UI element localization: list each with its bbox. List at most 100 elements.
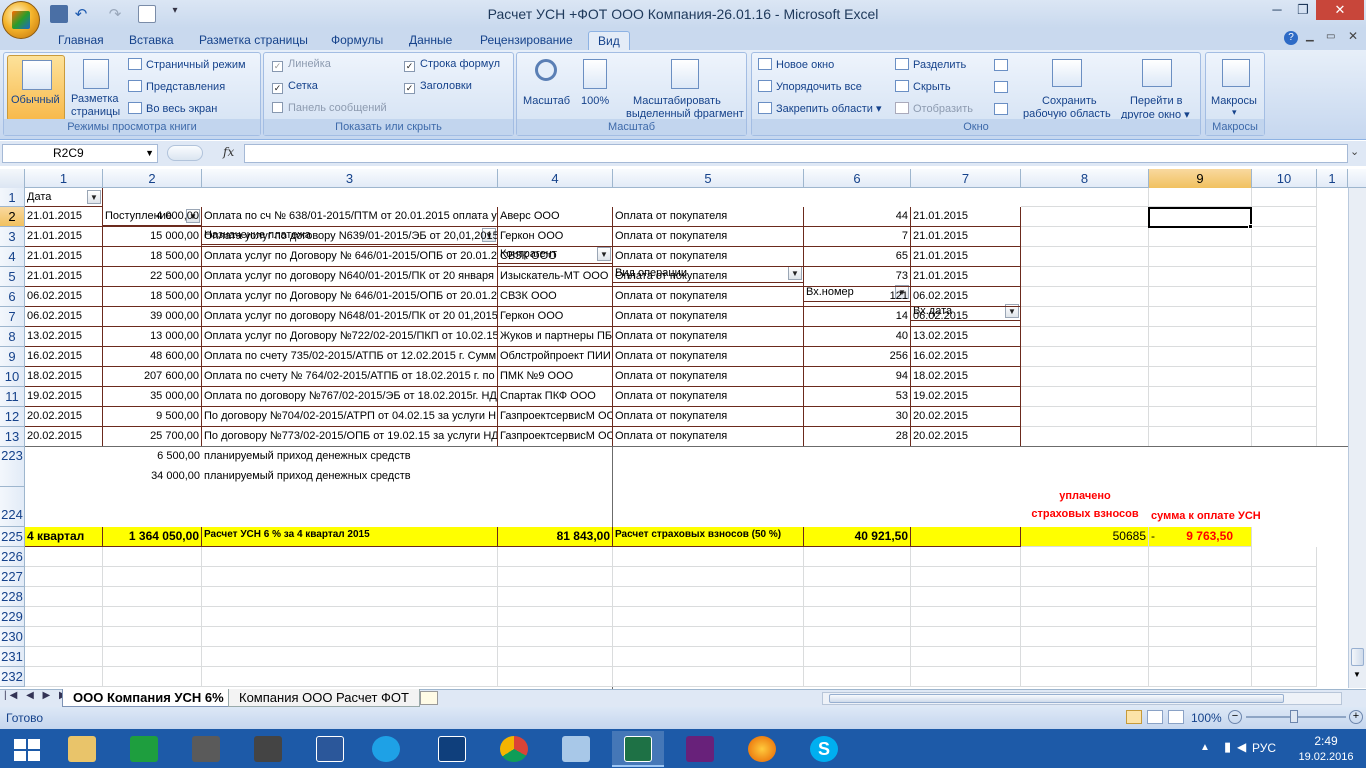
cell[interactable] — [25, 667, 103, 687]
column-header[interactable]: 8 — [1021, 169, 1149, 188]
clock-date[interactable]: 19.02.2016 — [1292, 751, 1360, 763]
row-header[interactable]: 226 — [0, 547, 25, 567]
cell-op[interactable]: Оплата от покупателя — [613, 347, 804, 367]
ruler-checkbox[interactable]: ✓ Линейка — [272, 58, 331, 72]
cell-in-date[interactable]: 16.02.2015 — [911, 347, 1021, 367]
cell[interactable] — [1021, 607, 1149, 627]
tab-formulas[interactable]: Формулы — [331, 31, 383, 50]
cell-counterparty[interactable]: Геркон ООО — [498, 307, 613, 327]
normal-view-button[interactable]: Обычный — [7, 55, 65, 121]
row-header[interactable]: 12 — [0, 407, 25, 427]
cell[interactable] — [25, 547, 103, 567]
planned-amount[interactable]: 6 500,00 — [103, 447, 202, 467]
cell-op[interactable]: Оплата от покупателя — [613, 307, 804, 327]
cell-counterparty[interactable]: СВЗК ООО — [498, 287, 613, 307]
column-header[interactable]: 1 — [1317, 169, 1348, 188]
usn-label-cell[interactable]: Расчет УСН 6 % за 4 квартал 2015 — [202, 527, 498, 547]
tab-data[interactable]: Данные — [409, 31, 452, 50]
cell[interactable] — [1021, 547, 1149, 567]
cell[interactable] — [911, 667, 1021, 687]
cell[interactable] — [1149, 267, 1252, 287]
column-header[interactable]: 3 — [202, 169, 498, 188]
row-header[interactable]: 10 — [0, 367, 25, 387]
close-button[interactable]: ✕ — [1316, 0, 1364, 20]
cell[interactable] — [1149, 647, 1252, 667]
cell-num[interactable]: 7 — [804, 227, 911, 247]
cell-op[interactable]: Оплата от покупателя — [613, 387, 804, 407]
cell[interactable] — [613, 607, 804, 627]
cell-counterparty[interactable]: Изыскатель-МТ ООО — [498, 267, 613, 287]
column-header[interactable]: 1 — [25, 169, 103, 188]
save-icon[interactable] — [50, 5, 68, 23]
cell[interactable] — [1149, 667, 1252, 687]
cell-in-date[interactable]: 06.02.2015 — [911, 287, 1021, 307]
cell-date[interactable]: 21.01.2015 — [25, 247, 103, 267]
cell-num[interactable]: 121 — [804, 287, 911, 307]
ribbon-minimize-icon[interactable]: ▁ — [1306, 31, 1314, 42]
cell[interactable] — [1252, 327, 1317, 347]
cell[interactable] — [1252, 647, 1317, 667]
cell-amount[interactable]: 4 000,00 — [103, 207, 202, 227]
cell[interactable] — [1252, 188, 1317, 207]
h-scroll-thumb[interactable] — [829, 694, 1284, 703]
planned-text[interactable]: планируемый приход денежных средств — [202, 467, 613, 487]
cell[interactable] — [1021, 267, 1149, 287]
cell[interactable] — [804, 587, 911, 607]
cell-amount[interactable]: 35 000,00 — [103, 387, 202, 407]
fill-handle[interactable] — [1248, 224, 1253, 229]
usn-due-label[interactable]: сумма к оплате УСН — [1149, 487, 1309, 527]
cell[interactable] — [1021, 567, 1149, 587]
tray-arrow-icon[interactable]: ▲ — [1200, 742, 1210, 753]
cell-purpose[interactable]: Оплата услуг по Договору №722/02-2015/ПК… — [202, 327, 498, 347]
cell-purpose[interactable]: Оплата услуг по Договору № 646/01-2015/О… — [202, 287, 498, 307]
row-header[interactable]: 223 — [0, 447, 25, 487]
cell-num[interactable]: 53 — [804, 387, 911, 407]
insurance-label-cell[interactable]: Расчет страховых взносов (50 %) — [613, 527, 804, 547]
cell[interactable] — [1252, 587, 1317, 607]
cell[interactable] — [25, 587, 103, 607]
cell[interactable] — [1252, 627, 1317, 647]
column-header-selected[interactable]: 9 — [1149, 169, 1252, 188]
scroll-down-icon[interactable]: ▼ — [1353, 670, 1361, 679]
cell-date[interactable]: 16.02.2015 — [25, 347, 103, 367]
cell[interactable] — [1149, 627, 1252, 647]
cell-in-date[interactable]: 21.01.2015 — [911, 227, 1021, 247]
cell-num[interactable]: 73 — [804, 267, 911, 287]
cell[interactable] — [1021, 227, 1149, 247]
cell[interactable] — [1252, 247, 1317, 267]
clock-time[interactable]: 2:49 — [1296, 734, 1356, 748]
page-layout-status-icon[interactable] — [1147, 710, 1163, 724]
cell[interactable] — [911, 607, 1021, 627]
gridlines-checkbox[interactable]: ✓ Сетка — [272, 80, 318, 94]
cell-amount[interactable]: 18 500,00 — [103, 247, 202, 267]
cell[interactable] — [1149, 587, 1252, 607]
cell[interactable] — [911, 647, 1021, 667]
cell[interactable] — [1149, 188, 1252, 207]
cell-purpose[interactable]: Оплата по счету № 764/02-2015/АТПБ от 18… — [202, 367, 498, 387]
cell[interactable] — [1021, 387, 1149, 407]
cell-counterparty[interactable]: Облстройпроект ПИИ — [498, 347, 613, 367]
cell[interactable] — [1149, 307, 1252, 327]
redo-icon[interactable]: ↷ — [106, 5, 124, 23]
cell-op[interactable]: Оплата от покупателя — [613, 367, 804, 387]
tab-insert[interactable]: Вставка — [129, 31, 174, 50]
cell-counterparty[interactable]: Жуков и партнеры ПБ — [498, 327, 613, 347]
cell-num[interactable]: 28 — [804, 427, 911, 447]
taskbar-ie[interactable] — [360, 731, 412, 767]
row-header[interactable]: 9 — [0, 347, 25, 367]
cell[interactable] — [1021, 207, 1149, 227]
taskbar-excel[interactable] — [612, 731, 664, 767]
row-header[interactable]: 5 — [0, 267, 25, 287]
undo-icon[interactable]: ↶ — [72, 5, 90, 23]
cell[interactable] — [1252, 287, 1317, 307]
customize-qat-icon[interactable]: ▾ — [166, 5, 184, 23]
switch-windows-button[interactable]: Перейти в другое окно ▾ — [1120, 55, 1198, 121]
cell-num[interactable]: 44 — [804, 207, 911, 227]
cell-in-date[interactable]: 20.02.2015 — [911, 427, 1021, 447]
ribbon-restore-icon[interactable]: ▭ — [1326, 31, 1335, 42]
name-box[interactable]: R2C9 ▼ — [2, 144, 158, 163]
cell[interactable] — [202, 547, 498, 567]
arrange-all-button[interactable]: Упорядочить все — [758, 80, 862, 93]
cell[interactable] — [1149, 407, 1252, 427]
zoom-out-icon[interactable]: − — [1228, 710, 1242, 724]
